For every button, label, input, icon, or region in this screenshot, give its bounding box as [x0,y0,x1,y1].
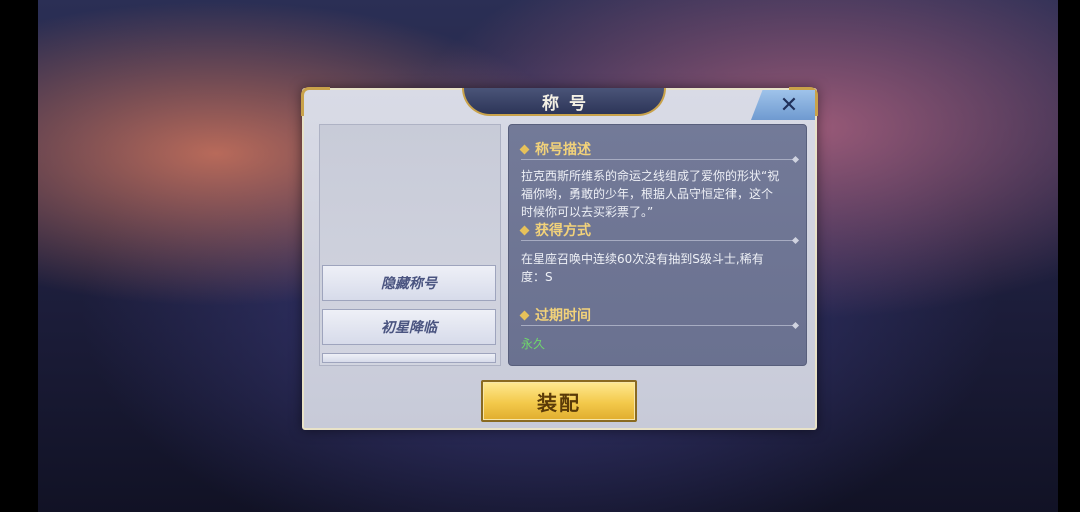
diamond-icon [519,310,530,320]
section-description-header: 称号描述 [519,139,591,159]
diamond-icon [519,144,530,154]
equip-button[interactable]: 装配 [481,380,637,422]
corner-ornament-left [301,87,330,116]
close-icon: ✕ [779,92,799,118]
section-obtain-header: 获得方式 [519,220,591,240]
title-list-item-label: 隐藏称号 [381,276,437,292]
title-detail-panel: 称号描述 拉克西斯所维系的命运之线组成了爱你的形状“祝福你哟，勇敢的少年，根据人… [508,124,807,366]
title-dialog: 称号 ✕ 隐藏称号 初星降临 称号描述 拉克西斯所维系的命运之线组成了爱你的形状… [301,87,818,430]
title-list-item-partial[interactable] [322,353,496,363]
section-divider [521,240,796,241]
section-divider [521,159,796,160]
section-expire-header: 过期时间 [519,305,591,325]
description-text: 拉克西斯所维系的命运之线组成了爱你的形状“祝福你哟，勇敢的少年，根据人品守恒定律… [521,169,780,219]
title-list-item-first-star[interactable]: 初星降临 [322,309,496,345]
screen-edge-left [0,0,38,512]
title-list-panel[interactable]: 隐藏称号 初星降临 [319,124,501,366]
obtain-text: 在星座召唤中连续60次没有抽到S级斗士,稀有度：S [521,252,764,284]
expire-text: 永久 [521,337,546,351]
equip-button-label: 装配 [537,390,581,415]
title-list-item-label: 初星降临 [381,320,437,336]
section-title: 称号描述 [535,142,591,158]
title-list-item-hidden[interactable]: 隐藏称号 [322,265,496,301]
section-divider [521,325,796,326]
diamond-icon [519,225,530,235]
dialog-title: 称号 [542,93,596,114]
section-title: 获得方式 [535,223,591,239]
dialog-title-plate: 称号 [462,88,666,116]
close-button[interactable]: ✕ [751,90,815,120]
screen-edge-right [1058,0,1080,512]
section-title: 过期时间 [535,308,591,324]
